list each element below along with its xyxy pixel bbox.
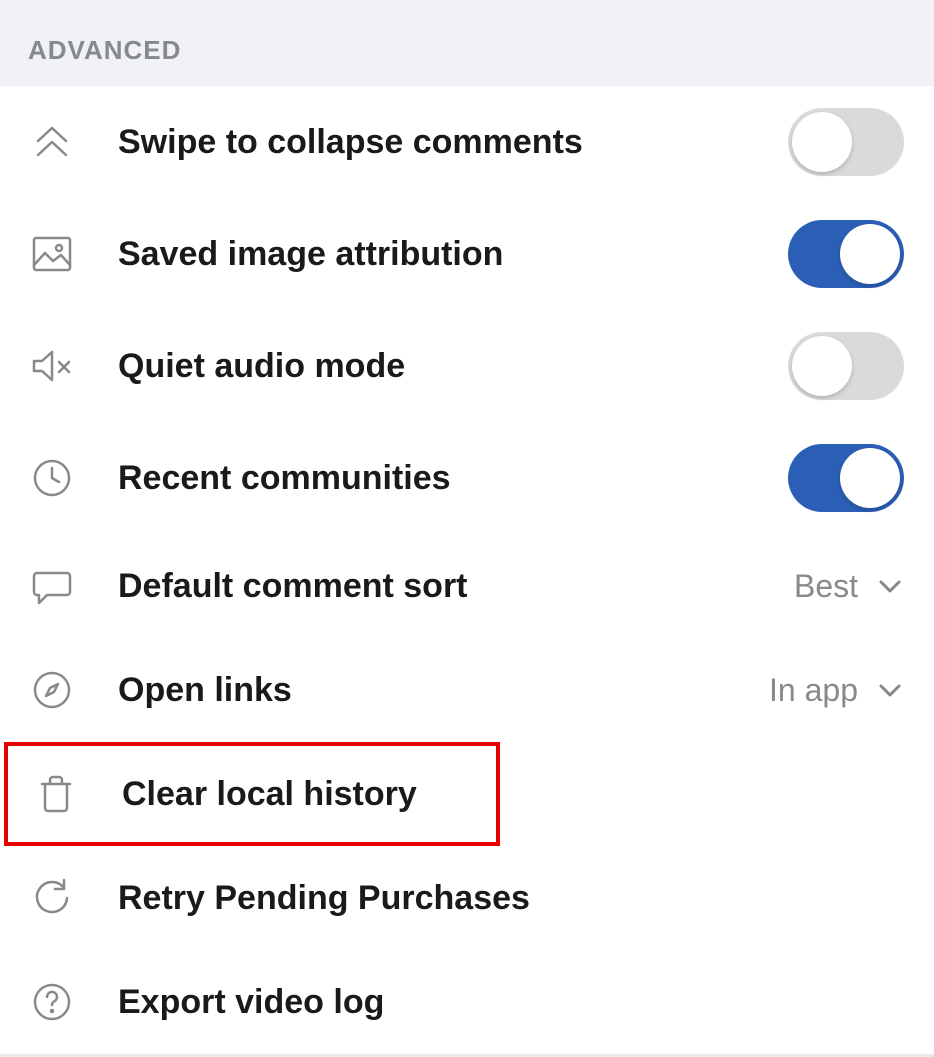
value-group-open-links[interactable]: In app — [769, 672, 904, 709]
section-header-advanced: ADVANCED — [0, 0, 934, 86]
toggle-swipe-collapse[interactable] — [788, 108, 904, 176]
compass-icon — [28, 666, 76, 714]
row-saved-image-attribution[interactable]: Saved image attribution — [0, 198, 934, 310]
toggle-knob — [840, 448, 900, 508]
toggle-knob — [792, 336, 852, 396]
help-circle-icon — [28, 978, 76, 1026]
setting-label: Recent communities — [118, 459, 788, 498]
toggle-saved-image-attribution[interactable] — [788, 220, 904, 288]
row-open-links[interactable]: Open links In app — [0, 638, 934, 742]
trash-icon — [32, 770, 80, 818]
row-clear-local-history[interactable]: Clear local history — [4, 742, 500, 846]
setting-label: Retry Pending Purchases — [118, 879, 904, 918]
image-icon — [28, 230, 76, 278]
speaker-muted-icon — [28, 342, 76, 390]
setting-label: Clear local history — [122, 775, 466, 814]
row-default-comment-sort[interactable]: Default comment sort Best — [0, 534, 934, 638]
setting-label: Open links — [118, 671, 769, 710]
setting-label: Quiet audio mode — [118, 347, 788, 386]
row-recent-communities[interactable]: Recent communities — [0, 422, 934, 534]
clock-icon — [28, 454, 76, 502]
toggle-quiet-audio[interactable] — [788, 332, 904, 400]
value-text: In app — [769, 672, 858, 709]
value-text: Best — [794, 568, 858, 605]
row-quiet-audio-mode[interactable]: Quiet audio mode — [0, 310, 934, 422]
setting-label: Swipe to collapse comments — [118, 123, 788, 162]
setting-label: Saved image attribution — [118, 235, 788, 274]
double-chevron-up-icon — [28, 118, 76, 166]
chevron-down-icon — [876, 572, 904, 600]
row-swipe-collapse-comments[interactable]: Swipe to collapse comments — [0, 86, 934, 198]
setting-label: Default comment sort — [118, 567, 794, 606]
value-group-comment-sort[interactable]: Best — [794, 568, 904, 605]
row-export-video-log[interactable]: Export video log — [0, 950, 934, 1054]
setting-label: Export video log — [118, 983, 904, 1022]
toggle-recent-communities[interactable] — [788, 444, 904, 512]
comment-bubble-icon — [28, 562, 76, 610]
refresh-icon — [28, 874, 76, 922]
toggle-knob — [840, 224, 900, 284]
toggle-knob — [792, 112, 852, 172]
chevron-down-icon — [876, 676, 904, 704]
settings-list: Swipe to collapse comments Saved image a… — [0, 86, 934, 1054]
row-retry-pending-purchases[interactable]: Retry Pending Purchases — [0, 846, 934, 950]
